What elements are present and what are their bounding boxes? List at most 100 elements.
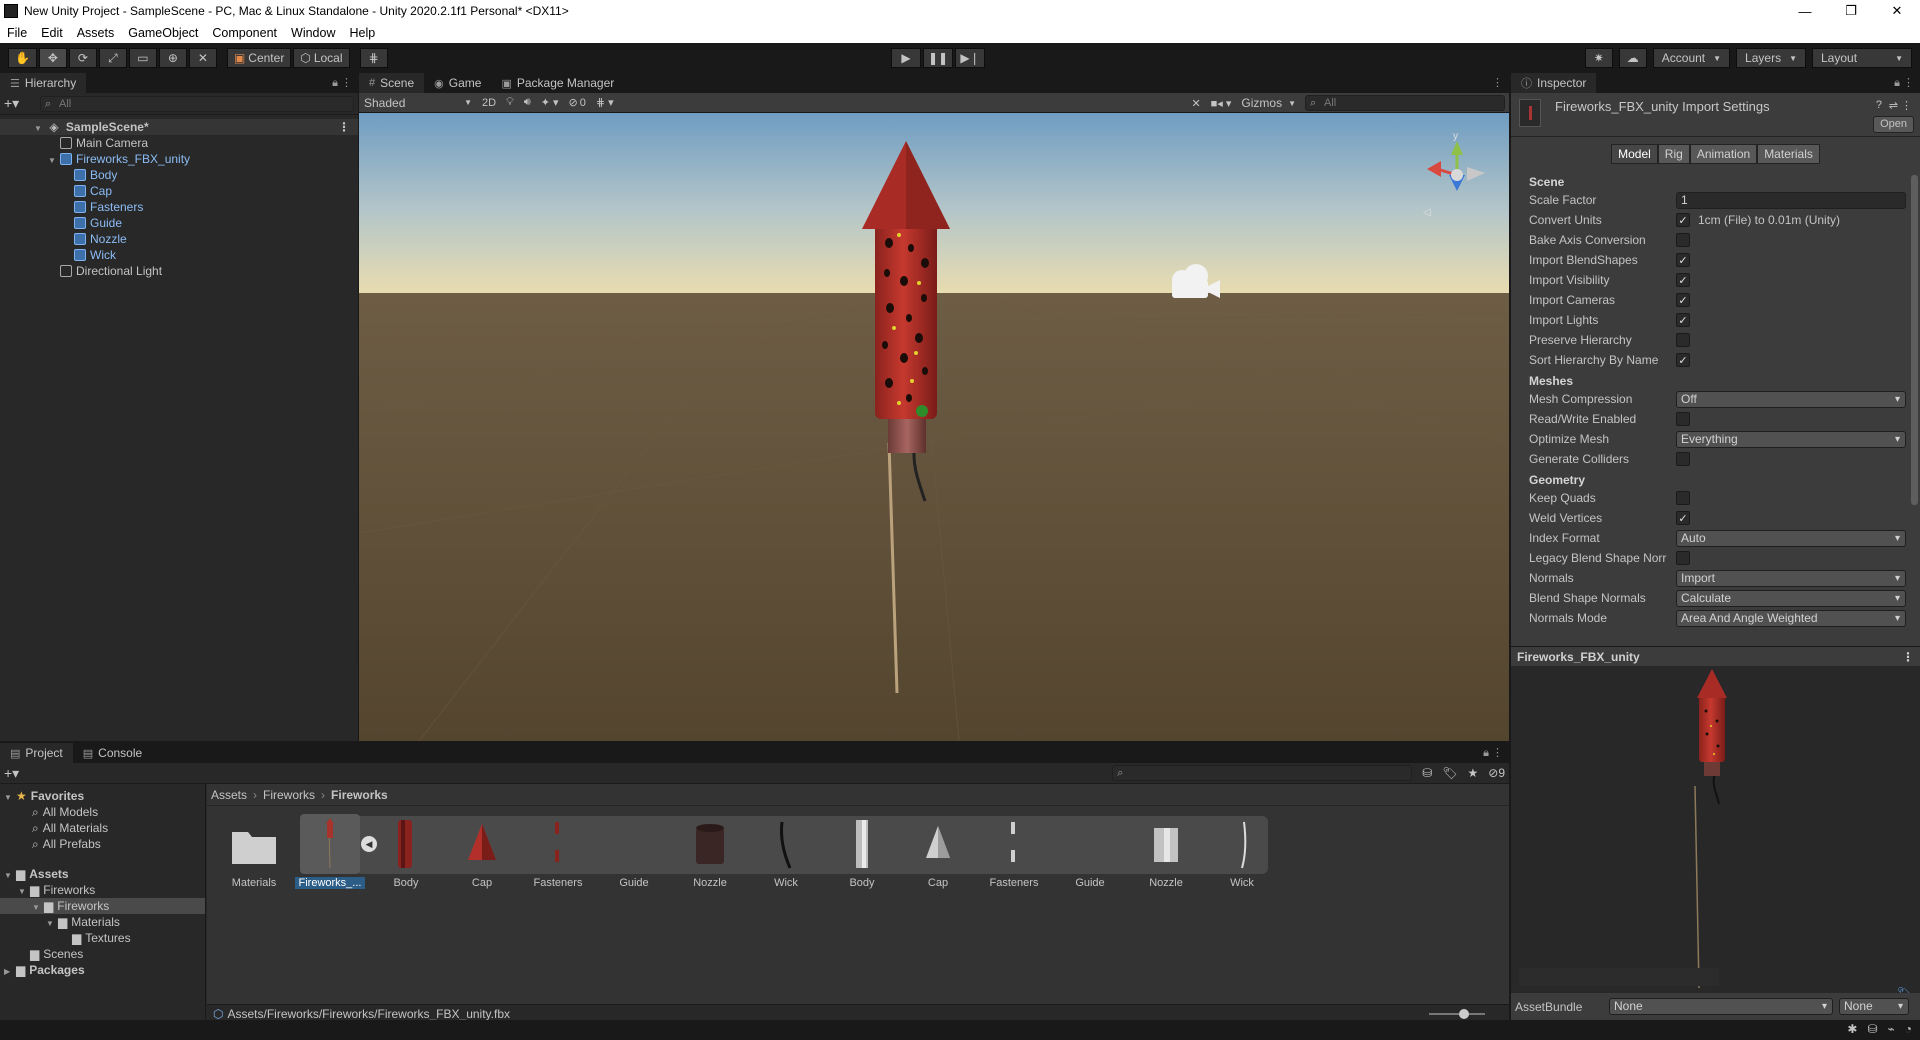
hierarchy-item-directional-light[interactable]: Directional Light	[0, 263, 358, 279]
tab-rig[interactable]: Rig	[1657, 144, 1690, 164]
scale-factor-field[interactable]: 1	[1676, 191, 1906, 209]
mesh-compression-dropdown[interactable]: Off	[1676, 390, 1906, 408]
hidden-packages-toggle[interactable]: ⊘9	[1488, 766, 1505, 780]
asset-nozzle[interactable]: Nozzle	[675, 814, 745, 894]
shading-mode-dropdown[interactable]: Shaded ▼	[359, 93, 477, 112]
asset-fasteners[interactable]: Fasteners	[523, 814, 593, 894]
hidden-objects-toggle[interactable]: ⊘ 0	[564, 94, 591, 112]
context-menu-icon[interactable]: ⋮	[1901, 99, 1912, 112]
bug-icon[interactable]: ✱	[1847, 1022, 1857, 1036]
project-folder-fireworks[interactable]: ▼ ▆ Fireworks	[0, 882, 205, 898]
account-dropdown[interactable]: Account ▼	[1652, 48, 1731, 68]
import-blendshapes-checkbox[interactable]: ✓	[1676, 253, 1690, 267]
import-cameras-checkbox[interactable]: ✓	[1676, 293, 1690, 307]
preview-header[interactable]: Fireworks_FBX_unity ⋮	[1511, 646, 1920, 666]
help-icon[interactable]: ?	[1876, 99, 1882, 111]
custom-tool-icon[interactable]: ✕	[188, 48, 217, 68]
tab-hierarchy[interactable]: ☰ Hierarchy	[0, 73, 87, 93]
cloud-icon[interactable]: ☁	[1618, 48, 1647, 68]
tab-materials[interactable]: Materials	[1757, 144, 1820, 164]
scene-search-input[interactable]: All	[1305, 95, 1505, 111]
asset-cap[interactable]: Cap	[447, 814, 517, 894]
normals-dropdown[interactable]: Import	[1676, 569, 1906, 587]
slider-handle[interactable]	[1459, 1009, 1469, 1019]
tab-console[interactable]: ▤ Console	[73, 743, 152, 763]
tab-model[interactable]: Model	[1611, 144, 1658, 164]
scene-viewport[interactable]: y ◁	[359, 113, 1509, 741]
effects-toggle-icon[interactable]: ✦ ▾	[536, 94, 564, 112]
scene-menu-icon[interactable]: ⋮	[1492, 76, 1503, 89]
breadcrumb-item[interactable]: Fireworks	[331, 788, 388, 802]
pivot-center-button[interactable]: ▣ Center	[226, 48, 292, 68]
scene-menu-icon[interactable]: ⋮	[338, 119, 350, 135]
tab-animation[interactable]: Animation	[1689, 144, 1758, 164]
asset-mesh-fasteners[interactable]: Fasteners	[979, 814, 1049, 894]
generate-colliders-checkbox[interactable]	[1676, 452, 1690, 466]
lighting-toggle-icon[interactable]: 💡︎	[501, 94, 519, 112]
project-search-input[interactable]	[1112, 765, 1413, 781]
asset-body[interactable]: Body	[371, 814, 441, 894]
asset-model[interactable]: Fireworks_...	[295, 814, 365, 894]
asset-guide[interactable]: Guide	[599, 814, 669, 894]
asset-mesh-body[interactable]: Body	[827, 814, 897, 894]
play-button[interactable]: ▶	[891, 48, 921, 68]
icon-size-slider[interactable]	[1429, 1009, 1485, 1019]
layers-dropdown[interactable]: Layers ▼	[1736, 48, 1806, 68]
weld-vertices-checkbox[interactable]: ✓	[1676, 511, 1690, 525]
hierarchy-item-fasteners[interactable]: Fasteners	[0, 199, 358, 215]
asset-mesh-wick[interactable]: Wick	[1207, 814, 1277, 894]
preset-icon[interactable]: ⇌	[1889, 99, 1898, 112]
favorites-item[interactable]: ⌕ All Materials	[0, 820, 205, 836]
menu-assets[interactable]: Assets	[70, 26, 122, 40]
sort-hierarchy-by-name-checkbox[interactable]: ✓	[1676, 353, 1690, 367]
project-folder-textures[interactable]: ▆ Textures	[0, 930, 205, 946]
assetbundle-dropdown[interactable]: None	[1609, 998, 1833, 1015]
read-write-enabled-checkbox[interactable]	[1676, 412, 1690, 426]
assetbundle-variant-dropdown[interactable]: None	[1839, 998, 1909, 1015]
lock-icon[interactable]: 🔒︎ ⋮	[1894, 76, 1914, 90]
move-tool-icon[interactable]: ✥	[38, 48, 67, 68]
favorites-item[interactable]: ⌕ All Models	[0, 804, 205, 820]
preserve-hierarchy-checkbox[interactable]	[1676, 333, 1690, 347]
hierarchy-item-cap[interactable]: Cap	[0, 183, 358, 199]
model-preview[interactable]: 🏷︎	[1511, 666, 1920, 1000]
hierarchy-item-main-camera[interactable]: Main Camera	[0, 135, 358, 151]
menu-file[interactable]: File	[0, 26, 34, 40]
rect-tool-icon[interactable]: ▭	[128, 48, 157, 68]
hierarchy-item-wick[interactable]: Wick	[0, 247, 358, 263]
legacy-blend-shape-norr-checkbox[interactable]	[1676, 551, 1690, 565]
rotate-tool-icon[interactable]: ⟳	[68, 48, 97, 68]
search-by-label-icon[interactable]: 🏷︎	[1442, 766, 1457, 780]
blend-shape-normals-dropdown[interactable]: Calculate	[1676, 589, 1906, 607]
inspector-scrollbar[interactable]	[1911, 175, 1918, 505]
open-button[interactable]: Open	[1873, 116, 1914, 133]
hierarchy-search-input[interactable]: All	[40, 95, 354, 112]
breadcrumb-item[interactable]: Fireworks	[263, 788, 315, 802]
tab-project[interactable]: ▤ Project	[0, 743, 73, 763]
tab-inspector[interactable]: ⓘ Inspector	[1511, 73, 1597, 93]
project-folder-materials[interactable]: ▼ ▆ Materials	[0, 914, 205, 930]
breadcrumb-item[interactable]: Assets	[211, 788, 247, 802]
project-folder-scenes[interactable]: ▆ Scenes	[0, 946, 205, 962]
restore-button[interactable]: ❐	[1828, 0, 1874, 22]
minimize-button[interactable]: —	[1782, 0, 1828, 22]
asset-mesh-cap[interactable]: Cap	[903, 814, 973, 894]
gizmos-dropdown[interactable]: Gizmos ▼	[1236, 94, 1301, 112]
menu-window[interactable]: Window	[284, 26, 342, 40]
lock-icon[interactable]: 🔒︎ ⋮	[332, 76, 352, 90]
hierarchy-item-guide[interactable]: Guide	[0, 215, 358, 231]
layout-dropdown[interactable]: Layout ▼	[1812, 48, 1912, 68]
preview-menu-icon[interactable]: ⋮	[1902, 650, 1914, 664]
lock-icon[interactable]: 🔒︎ ⋮	[1483, 746, 1503, 760]
optimize-mesh-dropdown[interactable]: Everything	[1676, 430, 1906, 448]
create-asset-button[interactable]: +▾	[4, 765, 40, 782]
scene-row[interactable]: ▼ ◈ SampleScene* ⋮	[0, 119, 358, 135]
menu-help[interactable]: Help	[342, 26, 382, 40]
search-by-type-icon[interactable]: ⛁	[1422, 766, 1432, 780]
import-lights-checkbox[interactable]: ✓	[1676, 313, 1690, 327]
collab-icon[interactable]: ✷	[1584, 48, 1613, 68]
camera-icon[interactable]: ■◂ ▾	[1206, 94, 1237, 112]
pivot-local-button[interactable]: ⬡ Local	[293, 48, 350, 68]
favorites-item[interactable]: ⌕ All Prefabs	[0, 836, 205, 852]
tab-game[interactable]: ◉ Game	[424, 73, 491, 93]
